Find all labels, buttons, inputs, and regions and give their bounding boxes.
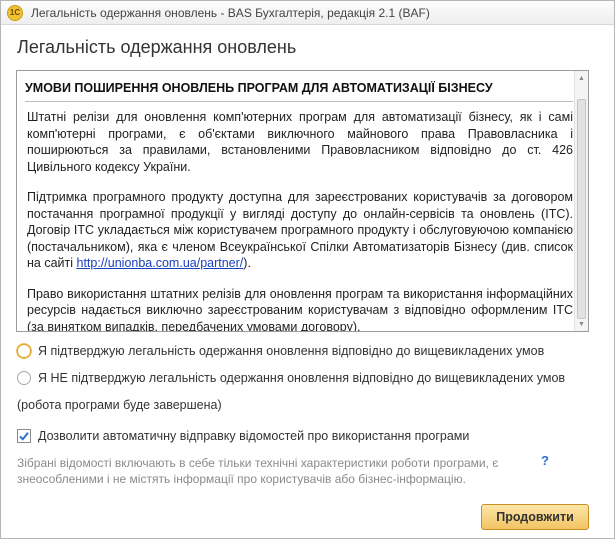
page-title: Легальність одержання оновлень <box>17 37 297 57</box>
terms-panel[interactable]: УМОВИ ПОШИРЕННЯ ОНОВЛЕНЬ ПРОГРАМ ДЛЯ АВТ… <box>16 70 589 332</box>
deny-note: (робота програми буде завершена) <box>17 398 222 412</box>
checkmark-icon <box>19 432 29 441</box>
scrollbar-thumb[interactable] <box>577 99 586 319</box>
deny-option[interactable]: Я НЕ підтверджую легальність одержання о… <box>17 371 565 385</box>
confirm-option[interactable]: Я підтверджую легальність одержання онов… <box>17 344 544 358</box>
help-icon[interactable]: ? <box>541 453 549 468</box>
legality-dialog-window: 1С Легальність одержання оновлень - BAS … <box>0 0 615 539</box>
continue-button[interactable]: Продовжити <box>481 504 589 530</box>
scroll-up-arrow-icon[interactable]: ▲ <box>575 71 588 85</box>
window-titlebar[interactable]: 1С Легальність одержання оновлень - BAS … <box>1 1 614 25</box>
telemetry-checkbox-label[interactable]: Дозволити автоматичну відправку відомост… <box>38 429 469 443</box>
terms-paragraph-3: Право використання штатних релізів для о… <box>27 286 573 332</box>
1c-app-icon: 1С <box>7 4 23 21</box>
terms-paragraph-2-end: ). <box>243 256 251 270</box>
deny-radio-label[interactable]: Я НЕ підтверджую легальність одержання о… <box>38 371 565 385</box>
confirm-radio[interactable] <box>17 344 31 358</box>
telemetry-checkbox[interactable] <box>17 429 31 443</box>
terms-paragraph-1: Штатні релізи для оновлення комп'ютерних… <box>27 110 573 174</box>
terms-scrollbar[interactable]: ▲ ▼ <box>574 71 588 331</box>
confirm-radio-label[interactable]: Я підтверджую легальність одержання онов… <box>38 344 544 358</box>
scroll-down-arrow-icon[interactable]: ▼ <box>575 317 588 331</box>
terms-body: Штатні релізи для оновлення комп'ютерних… <box>27 109 573 332</box>
telemetry-option[interactable]: Дозволити автоматичну відправку відомост… <box>17 429 469 443</box>
terms-paragraph-2: Підтримка програмного продукту доступна … <box>27 189 573 272</box>
header-divider <box>25 101 573 102</box>
partners-link[interactable]: http://unionba.com.ua/partner/ <box>77 256 244 270</box>
telemetry-info-text: Зібрані відомості включають в себе тільк… <box>17 456 499 486</box>
terms-header: УМОВИ ПОШИРЕННЯ ОНОВЛЕНЬ ПРОГРАМ ДЛЯ АВТ… <box>25 81 493 95</box>
deny-radio[interactable] <box>17 371 31 385</box>
window-title: Легальність одержання оновлень - BAS Бух… <box>31 5 430 20</box>
